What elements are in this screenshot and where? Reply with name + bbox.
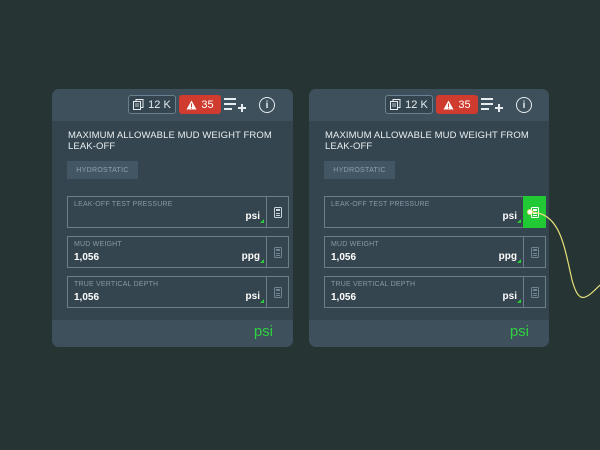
category-tag[interactable]: HYDROSTATIC: [324, 161, 395, 179]
unit-dropdown-indicator: [517, 299, 521, 303]
calculator-icon: [273, 206, 282, 218]
unit-dropdown-indicator: [517, 219, 521, 223]
field-label: TRUE VERTICAL DEPTH: [74, 281, 159, 288]
card-header: 12 K 35 i: [309, 89, 549, 121]
calculator-button[interactable]: [266, 277, 288, 307]
unit-dropdown-indicator: [260, 299, 264, 303]
leak-off-pressure-field[interactable]: LEAK-OFF TEST PRESSURE psi: [324, 196, 546, 228]
documents-count: 12 K: [405, 98, 428, 111]
leak-off-pressure-field[interactable]: LEAK-OFF TEST PRESSURE psi: [67, 196, 289, 228]
mud-weight-field[interactable]: MUD WEIGHT 1,056 ppg: [67, 236, 289, 268]
field-label: LEAK-OFF TEST PRESSURE: [331, 201, 430, 208]
field-value[interactable]: 1,056: [331, 252, 356, 263]
calculator-button-active[interactable]: [523, 196, 546, 228]
card-title: MAXIMUM ALLOWABLE MUD WEIGHT FROM LEAK-O…: [325, 130, 529, 152]
true-vertical-depth-field[interactable]: TRUE VERTICAL DEPTH 1,056 psi: [324, 276, 546, 308]
unit-selector[interactable]: psi: [503, 291, 517, 302]
result-bar: psi: [309, 320, 549, 347]
alert-count: 35: [458, 98, 471, 111]
alert-badge[interactable]: 35: [436, 95, 478, 114]
warning-icon: [443, 100, 454, 109]
calculator-icon: [273, 286, 282, 298]
calculator-button[interactable]: [266, 197, 288, 227]
unit-selector[interactable]: ppg: [242, 251, 260, 262]
field-value[interactable]: 1,056: [331, 292, 356, 303]
unit-selector[interactable]: ppg: [499, 251, 517, 262]
calculator-icon: [530, 246, 539, 258]
calculator-icon: [530, 286, 539, 298]
field-label: MUD WEIGHT: [331, 241, 379, 248]
calculator-icon: [273, 246, 282, 258]
calculator-button[interactable]: [523, 237, 545, 267]
add-list-icon[interactable]: [224, 96, 246, 114]
unit-dropdown-indicator: [517, 259, 521, 263]
warning-icon: [186, 100, 197, 109]
calculator-card: 12 K 35 i MAXIMUM ALLOWABLE MUD WEIGHT F…: [309, 89, 549, 347]
field-label: MUD WEIGHT: [74, 241, 122, 248]
field-label: TRUE VERTICAL DEPTH: [331, 281, 416, 288]
field-value[interactable]: 1,056: [74, 292, 99, 303]
true-vertical-depth-field[interactable]: TRUE VERTICAL DEPTH 1,056 psi: [67, 276, 289, 308]
result-bar: psi: [52, 320, 293, 347]
unit-selector[interactable]: psi: [246, 211, 260, 222]
documents-icon: [390, 99, 401, 110]
calculator-button[interactable]: [523, 277, 545, 307]
unit-dropdown-indicator: [260, 259, 264, 263]
result-unit[interactable]: psi: [254, 323, 273, 340]
field-label: LEAK-OFF TEST PRESSURE: [74, 201, 173, 208]
category-tag[interactable]: HYDROSTATIC: [67, 161, 138, 179]
documents-badge[interactable]: 12 K: [128, 95, 176, 114]
unit-selector[interactable]: psi: [246, 291, 260, 302]
info-icon[interactable]: i: [259, 97, 275, 113]
add-list-icon[interactable]: [481, 96, 503, 114]
documents-icon: [133, 99, 144, 110]
info-icon[interactable]: i: [516, 97, 532, 113]
unit-dropdown-indicator: [260, 219, 264, 223]
field-value[interactable]: 1,056: [74, 252, 99, 263]
card-title: MAXIMUM ALLOWABLE MUD WEIGHT FROM LEAK-O…: [68, 130, 272, 152]
unit-selector[interactable]: psi: [503, 211, 517, 222]
result-unit[interactable]: psi: [510, 323, 529, 340]
documents-count: 12 K: [148, 98, 171, 111]
documents-badge[interactable]: 12 K: [385, 95, 433, 114]
calculator-button[interactable]: [266, 237, 288, 267]
alert-count: 35: [201, 98, 214, 111]
card-header: 12 K 35 i: [52, 89, 293, 121]
mud-weight-field[interactable]: MUD WEIGHT 1,056 ppg: [324, 236, 546, 268]
calculator-card: 12 K 35 i MAXIMUM ALLOWABLE MUD WEIGHT F…: [52, 89, 293, 347]
calculator-icon: [530, 206, 539, 218]
alert-badge[interactable]: 35: [179, 95, 221, 114]
